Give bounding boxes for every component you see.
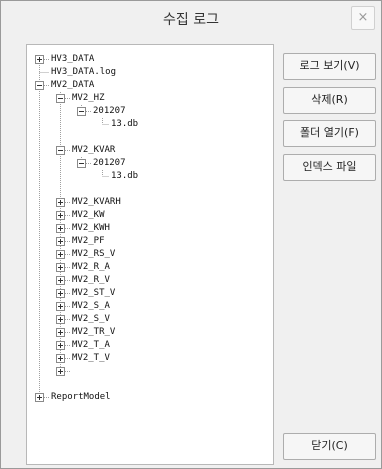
tree-node-mv2-r-v[interactable]: MV2_R_V (72, 274, 110, 287)
tree-node-mv2-tr-v[interactable]: MV2_TR_V (72, 326, 115, 339)
tree-node-hv3-data-log[interactable]: HV3_DATA.log (51, 66, 116, 79)
tree-node-report-model[interactable]: ReportModel (51, 391, 111, 404)
tree-node-mv2-s-a[interactable]: MV2_S_A (72, 300, 110, 313)
tree-node-mv2-pf[interactable]: MV2_PF (72, 235, 105, 248)
tree-node-mv2-kvar[interactable]: MV2_KVAR (72, 144, 115, 157)
log-tree[interactable]: HV3_DATA HV3_DATA.log MV2_DATA MV2_HZ 20… (26, 44, 274, 465)
tree-node-mv2-kvarh[interactable]: MV2_KVARH (72, 196, 121, 209)
tree-node-mv2-r-a[interactable]: MV2_R_A (72, 261, 110, 274)
tree-node-mv2-st-v[interactable]: MV2_ST_V (72, 287, 115, 300)
tree-node-mv2-kwh[interactable]: MV2_KWH (72, 222, 110, 235)
index-file-button[interactable]: 인덱스 파일 (283, 154, 376, 181)
tree-node-hv3-data[interactable]: HV3_DATA (51, 53, 94, 66)
view-log-button[interactable]: 로그 보기(V) (283, 53, 376, 80)
close-button[interactable]: 닫기(C) (283, 433, 376, 460)
delete-button[interactable]: 삭제(R) (283, 87, 376, 114)
tree-node-mv2-s-v[interactable]: MV2_S_V (72, 313, 110, 326)
tree-node-mv2-data[interactable]: MV2_DATA (51, 79, 94, 92)
tree-node-mv2-kw[interactable]: MV2_KW (72, 209, 105, 222)
tree-node-hz-13-db[interactable]: 13.db (111, 118, 138, 131)
dialog-title: 수집 로그 (163, 12, 219, 28)
close-icon[interactable]: × (351, 6, 375, 30)
tree-node-hz-201207[interactable]: 201207 (93, 105, 126, 118)
tree-node-kvar-201207[interactable]: 201207 (93, 157, 126, 170)
title-bar: 수집 로그 × (1, 1, 381, 35)
open-folder-button[interactable]: 폴더 열기(F) (283, 120, 376, 147)
tree-node-mv2-rs-v[interactable]: MV2_RS_V (72, 248, 115, 261)
tree-node-mv2-t-a[interactable]: MV2_T_A (72, 339, 110, 352)
tree-node-mv2-t-v[interactable]: MV2_T_V (72, 352, 110, 365)
tree-node-kvar-13-db[interactable]: 13.db (111, 170, 138, 183)
tree-node-mv2-hz[interactable]: MV2_HZ (72, 92, 105, 105)
collection-log-dialog: 수집 로그 × HV3_DATA HV3_DATA.log MV2_DATA M… (0, 0, 382, 469)
